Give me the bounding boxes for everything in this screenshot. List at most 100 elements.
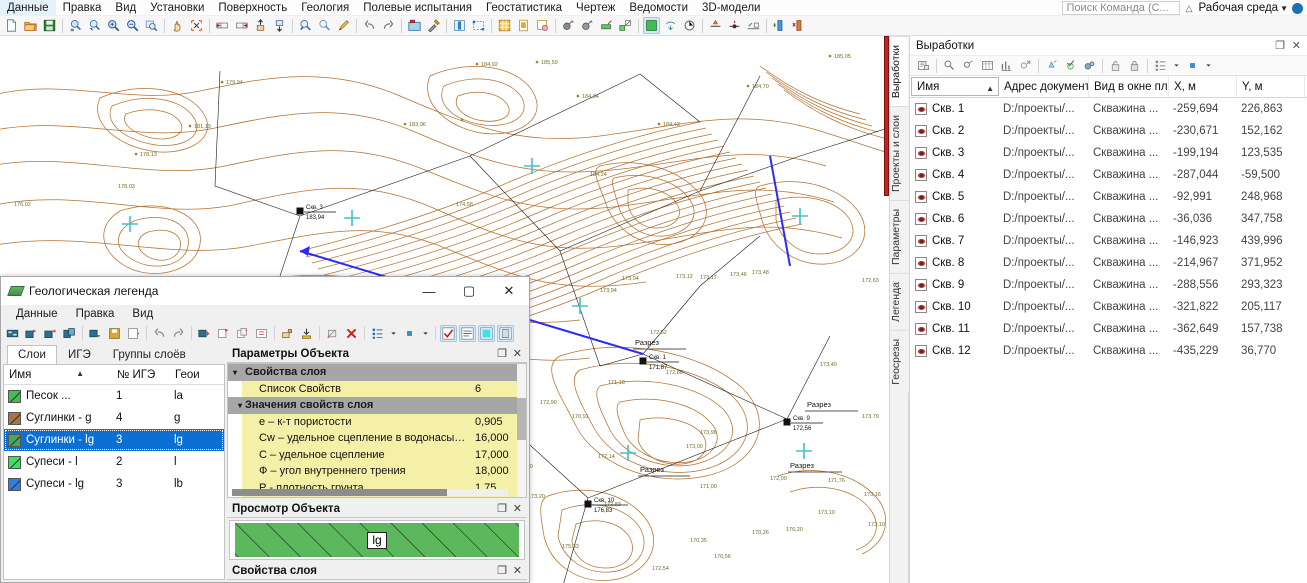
layers-grid-body[interactable]: Песок ...1laСуглинки - g4gСуглинки - lg3… (4, 385, 224, 495)
table-row[interactable]: Скв. 1D:/проекты/...Скважина ...-259,694… (910, 98, 1307, 120)
save-icon[interactable] (41, 17, 58, 34)
close-icon[interactable]: ✕ (513, 347, 522, 360)
column-add-icon[interactable] (771, 17, 788, 34)
filter-dropdown-icon[interactable] (1203, 57, 1214, 74)
layer-add-icon[interactable] (215, 325, 232, 342)
close-button[interactable]: ✕ (489, 277, 529, 305)
layer-props-icon[interactable] (253, 325, 270, 342)
layer-down-icon[interactable] (271, 17, 288, 34)
legend-new-icon[interactable] (4, 325, 21, 342)
redo-icon[interactable] (380, 17, 397, 34)
check-red-icon[interactable] (440, 325, 457, 342)
close-icon[interactable]: ✕ (513, 502, 522, 515)
snapshot-icon[interactable] (406, 17, 423, 34)
new-document-icon[interactable] (3, 17, 20, 34)
search-input[interactable]: Поиск Команда (С... (1062, 1, 1180, 15)
list-dropdown-icon[interactable] (388, 325, 399, 342)
table-row[interactable]: Скв. 7D:/проекты/...Скважина ...-146,923… (910, 230, 1307, 252)
link-well-icon[interactable] (960, 57, 977, 74)
zoom-window-icon[interactable] (67, 17, 84, 34)
layer-up-icon[interactable] (252, 17, 269, 34)
property-row[interactable]: Cw – удельное сцепление в водонасыщенно.… (228, 430, 526, 447)
legend-refresh-icon[interactable] (87, 325, 104, 342)
layers-grid[interactable]: Имя▲№ ИГЭГеои Песок ...1laСуглинки - g4g… (3, 364, 225, 580)
page-icon[interactable] (497, 325, 514, 342)
pan-hand-icon[interactable] (169, 17, 186, 34)
vertical-tab-параметры[interactable]: Параметры (890, 200, 910, 273)
layer-row[interactable]: Песок ...1la (4, 385, 224, 407)
group-down-icon[interactable] (298, 325, 315, 342)
zoom-extents-icon[interactable] (143, 17, 160, 34)
dialog-menu-вид[interactable]: Вид (123, 306, 162, 322)
vertical-tab-геосрезы[interactable]: Геосрезы (890, 330, 910, 393)
list-dropdown-icon[interactable] (1171, 57, 1182, 74)
column-header-4[interactable]: Y, м (1237, 76, 1305, 97)
vertical-tab-выработки[interactable]: Выработки (890, 36, 910, 106)
section-line-icon[interactable] (707, 17, 724, 34)
add-well-icon[interactable] (915, 57, 932, 74)
dialog-menu-данные[interactable]: Данные (7, 306, 67, 322)
expand-collapse-icon[interactable]: ▾ (228, 401, 242, 410)
marker-group-icon[interactable] (1081, 57, 1098, 74)
column-header-0[interactable]: Имя▲ (911, 77, 999, 96)
column-header-1[interactable]: Адрес документа (999, 76, 1089, 97)
undo-icon[interactable] (151, 325, 168, 342)
property-group-row[interactable]: ▾Значения свойств слоя (228, 397, 526, 414)
filter-icon[interactable] (1184, 57, 1201, 74)
table-row[interactable]: Скв. 4D:/проекты/...Скважина ...-287,044… (910, 164, 1307, 186)
table-row[interactable]: Скв. 3D:/проекты/...Скважина ...-199,194… (910, 142, 1307, 164)
menu-геостатистика[interactable]: Геостатистика (479, 0, 569, 16)
layers-column-header-0[interactable]: Имя▲ (4, 365, 112, 384)
marker-check-icon[interactable] (1062, 57, 1079, 74)
legend-export-icon[interactable] (42, 325, 59, 342)
square-dropdown-icon[interactable] (420, 325, 431, 342)
list-view-icon[interactable] (369, 325, 386, 342)
layer-copy-icon[interactable] (234, 325, 251, 342)
layers-column-header-1[interactable]: № ИГЭ (112, 365, 170, 384)
zoom-select-icon[interactable] (86, 17, 103, 34)
legend-import-icon[interactable] (23, 325, 40, 342)
menu-вид[interactable]: Вид (108, 0, 143, 16)
legend-save-icon[interactable] (106, 325, 123, 342)
property-group-row[interactable]: ▾Свойства слоя (228, 364, 526, 381)
square-blue-icon[interactable] (401, 325, 418, 342)
boreholes-grid-body[interactable]: Скв. 1D:/проекты/...Скважина ...-259,694… (910, 98, 1307, 583)
grid-table-icon[interactable] (496, 17, 513, 34)
menu-данные[interactable]: Данные (0, 0, 56, 16)
circle-target-icon[interactable] (681, 17, 698, 34)
menu-геология[interactable]: Геология (294, 0, 356, 16)
table-row[interactable]: Скв. 9D:/проекты/...Скважина ...-288,556… (910, 274, 1307, 296)
layer-sync-icon[interactable] (196, 325, 213, 342)
highlighter-icon[interactable] (335, 17, 352, 34)
help-triangle-icon[interactable]: △ (1180, 3, 1199, 14)
menu-установки[interactable]: Установки (143, 0, 211, 16)
report-icon[interactable] (515, 17, 532, 34)
property-row[interactable]: Фw – угол внутреннего трения в водонасыщ… (228, 496, 526, 498)
open-folder-icon[interactable] (22, 17, 39, 34)
prev-view-icon[interactable] (214, 17, 231, 34)
object-params-grid[interactable]: ▾Свойства слояСписок Свойств6▾Значения с… (227, 363, 527, 498)
menu-правка[interactable]: Правка (56, 0, 109, 16)
magnifier-minus-icon[interactable] (316, 17, 333, 34)
layer-row[interactable]: Супеси - lg3lb (4, 473, 224, 495)
vertical-tab-легенда[interactable]: Легенда (890, 273, 910, 330)
redo-icon[interactable] (170, 325, 187, 342)
borehole-add-icon[interactable] (560, 17, 577, 34)
table-row[interactable]: Скв. 10D:/проекты/...Скважина ...-321,82… (910, 296, 1307, 318)
legend-copy-icon[interactable] (61, 325, 78, 342)
undock-icon[interactable]: ❐ (497, 502, 507, 515)
menu-полевые-испытания[interactable]: Полевые испытания (356, 0, 479, 16)
section-point-icon[interactable] (726, 17, 743, 34)
legend-open-icon[interactable] (125, 325, 142, 342)
table-row[interactable]: Скв. 5D:/проекты/...Скважина ...-92,9912… (910, 186, 1307, 208)
find-well-icon[interactable] (941, 57, 958, 74)
table-row[interactable]: Скв. 11D:/проекты/...Скважина ...-362,64… (910, 318, 1307, 340)
fill-cyan-icon[interactable] (478, 325, 495, 342)
lines-icon[interactable] (459, 325, 476, 342)
props-horizontal-scrollbar[interactable] (232, 489, 508, 496)
layers-column-header-2[interactable]: Геои (170, 365, 222, 384)
column-chart-icon[interactable] (451, 17, 468, 34)
legend-edit-icon[interactable] (598, 17, 615, 34)
table-row[interactable]: Скв. 2D:/проекты/...Скважина ...-230,671… (910, 120, 1307, 142)
menu-ведомости[interactable]: Ведомости (622, 0, 695, 16)
